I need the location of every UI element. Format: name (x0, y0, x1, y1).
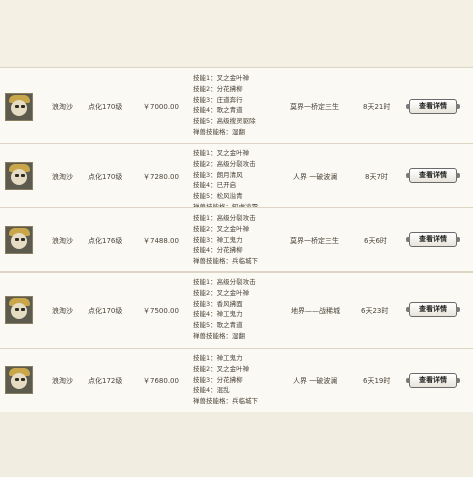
skill-line: 技能4：混乱 (193, 386, 230, 395)
skill-line: 技能2：高级分裂攻击 (193, 159, 256, 168)
server-name: 浪淘沙 (52, 237, 73, 245)
view-details-button[interactable]: 查看详情 (406, 168, 460, 183)
pet-level: 点化176级 (88, 237, 123, 245)
pet-level: 点化170级 (88, 173, 123, 181)
price: ￥7488.00 (143, 237, 179, 245)
skill-line: 技能1：叉之金叶禅 (193, 74, 250, 82)
location: 莫界一桥定三生 (290, 103, 339, 111)
pet-level: 点化170级 (88, 307, 123, 315)
server-name: 浪淘沙 (52, 377, 73, 385)
skill-line: 技能5：歌之青道 (193, 321, 243, 330)
listing-row: 浪淘沙 点化172级 ￥7680.00 技能1：禅工鬼力 技能2：叉之金叶禅 技… (0, 348, 473, 414)
skill-list: 技能1：禅工鬼力 技能2：叉之金叶禅 技能3：分花拂柳 技能4：混乱 禅兽技能格… (193, 353, 258, 407)
pet-avatar[interactable] (5, 93, 33, 121)
skill-line: 技能1：高级分裂攻击 (193, 214, 256, 222)
time-left: 6天19时 (363, 377, 391, 385)
price: ￥7500.00 (143, 307, 179, 315)
time-left: 8天7时 (365, 173, 388, 181)
server-name: 浪淘沙 (52, 307, 73, 315)
location: 人界 一破波澜 (293, 377, 338, 385)
listing-row: 浪淘沙 点化170级 ￥7500.00 技能1：高级分裂攻击 技能2：叉之金叶禅… (0, 272, 473, 349)
price: ￥7680.00 (143, 377, 179, 385)
server-name: 浪淘沙 (52, 173, 73, 181)
skill-line: 技能3：朗月清风 (193, 170, 243, 179)
pet-avatar[interactable] (5, 366, 33, 394)
skill-line: 技能5：高级搜灵驱除 (193, 117, 256, 126)
view-details-button[interactable]: 查看详情 (406, 232, 460, 247)
price: ￥7280.00 (143, 173, 179, 181)
listing-page: 浪淘沙 点化170级 ￥7000.00 技能1：叉之金叶禅 技能2：分花拂柳 技… (0, 0, 473, 477)
time-left: 8天21时 (363, 103, 391, 111)
view-details-button[interactable]: 查看详情 (406, 99, 460, 114)
skill-line: 技能2：叉之金叶禅 (193, 288, 250, 297)
server-name: 浪淘沙 (52, 103, 73, 111)
view-details-button[interactable]: 查看详情 (406, 373, 460, 388)
skill-line: 技能1：高级分裂攻击 (193, 278, 256, 286)
listing-row: 浪淘沙 点化176级 ￥7488.00 技能1：高级分裂攻击 技能2：叉之金叶禅… (0, 207, 473, 272)
skill-line: 技能3：香风拂面 (193, 299, 243, 308)
skill-line: 技能1：禅工鬼力 (193, 354, 243, 362)
location: 莫界一桥定三生 (290, 237, 339, 245)
skill-list: 技能1：叉之金叶禅 技能2：分花拂柳 技能3：庄道奔行 技能4：歌之青道 技能5… (193, 73, 256, 138)
skill-line: 禅兽技能格：兵临城下 (193, 257, 258, 266)
footer-area (0, 412, 473, 477)
time-left: 6天23时 (361, 307, 389, 315)
skill-line: 技能3：分花拂柳 (193, 375, 243, 384)
skill-list: 技能1：高级分裂攻击 技能2：叉之金叶禅 技能3：香风拂面 技能4：禅工鬼力 技… (193, 277, 256, 342)
skill-line: 技能3：禅工鬼力 (193, 235, 243, 244)
listing-row: 浪淘沙 点化170级 ￥7000.00 技能1：叉之金叶禅 技能2：分花拂柳 技… (0, 67, 473, 146)
skill-line: 技能2：叉之金叶禅 (193, 224, 250, 233)
skill-line: 禅兽技能格：湿翻 (193, 331, 245, 340)
listing-row: 浪淘沙 点化170级 ￥7280.00 技能1：叉之金叶禅 技能2：高级分裂攻击… (0, 143, 473, 211)
skill-line: 禅兽技能格：兵临城下 (193, 397, 258, 406)
skill-line: 技能1：叉之金叶禅 (193, 149, 250, 157)
skill-line: 技能4：已开启 (193, 181, 237, 190)
header-area (0, 0, 473, 66)
pet-level: 点化170级 (88, 103, 123, 111)
price: ￥7000.00 (143, 103, 179, 111)
skill-line: 技能5：松风溢青 (193, 192, 243, 201)
pet-avatar[interactable] (5, 162, 33, 190)
skill-line: 技能3：庄道奔行 (193, 95, 243, 104)
pet-level: 点化172级 (88, 377, 123, 385)
skill-line: 技能4：歌之青道 (193, 106, 243, 115)
skill-line: 技能2：叉之金叶禅 (193, 364, 250, 373)
location: 地界——战稀城 (291, 307, 340, 315)
pet-avatar[interactable] (5, 226, 33, 254)
skill-list: 技能1：叉之金叶禅 技能2：高级分裂攻击 技能3：朗月清风 技能4：已开启 技能… (193, 148, 258, 213)
skill-list: 技能1：高级分裂攻击 技能2：叉之金叶禅 技能3：禅工鬼力 技能4：分花拂柳 禅… (193, 213, 258, 267)
pet-avatar[interactable] (5, 296, 33, 324)
skill-line: 技能4：禅工鬼力 (193, 310, 243, 319)
skill-line: 技能4：分花拂柳 (193, 246, 243, 255)
time-left: 6天6时 (364, 237, 387, 245)
view-details-button[interactable]: 查看详情 (406, 302, 460, 317)
skill-line: 技能2：分花拂柳 (193, 84, 243, 93)
skill-line: 禅兽技能格：湿翻 (193, 127, 245, 136)
location: 人界 一破波澜 (293, 173, 338, 181)
